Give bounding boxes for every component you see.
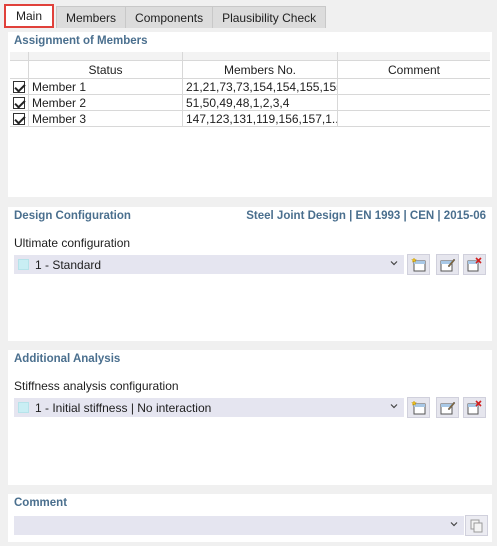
member-checkbox[interactable] [13, 112, 25, 125]
chevron-down-icon [390, 404, 398, 409]
tab-bar: Main Members Components Plausibility Che… [4, 4, 327, 28]
row-members-no[interactable]: 21,21,73,73,154,154,155,155 [183, 79, 338, 94]
row-status[interactable]: Member 3 [29, 111, 183, 126]
ultimate-configuration-value: 1 - Standard [35, 257, 102, 272]
delete-item-icon [467, 400, 482, 415]
member-checkbox[interactable] [13, 80, 25, 93]
edit-item-icon [440, 401, 456, 415]
comment-input[interactable] [14, 516, 464, 535]
comment-title: Comment [14, 497, 68, 509]
row-members-no[interactable]: 147,123,131,119,156,157,1... [183, 111, 338, 126]
tab-plausibility-check[interactable]: Plausibility Check [212, 6, 327, 28]
table-header: Status Members No. Comment [10, 61, 490, 79]
row-status[interactable]: Member 2 [29, 95, 183, 110]
new-stiffness-configuration-button[interactable] [407, 397, 430, 418]
assignment-title: Assignment of Members [14, 35, 148, 47]
edit-configuration-button[interactable] [436, 254, 459, 275]
row-comment[interactable] [338, 111, 490, 126]
stiffness-configuration-select[interactable]: 1 - Initial stiffness | No interaction [14, 398, 404, 417]
header-members-no[interactable]: Members No. [183, 61, 338, 78]
table-row[interactable]: Member 2 51,50,49,48,1,2,3,4 [10, 95, 490, 111]
spacer-cell [338, 52, 490, 60]
row-members-no[interactable]: 51,50,49,48,1,2,3,4 [183, 95, 338, 110]
row-check-cell [10, 95, 29, 110]
header-status[interactable]: Status [29, 61, 183, 78]
spacer-cell [10, 52, 29, 60]
additional-analysis-title: Additional Analysis [14, 353, 121, 365]
row-check-cell [10, 79, 29, 94]
spacer-cell [29, 52, 183, 60]
design-configuration-panel: Design Configuration Steel Joint Design … [8, 207, 492, 341]
row-check-cell [10, 111, 29, 126]
header-check-cell [10, 61, 29, 78]
spacer-cell [183, 52, 338, 60]
tab-components[interactable]: Components [125, 6, 214, 28]
edit-stiffness-configuration-button[interactable] [436, 397, 459, 418]
ultimate-configuration-label: Ultimate configuration [14, 236, 131, 250]
chevron-down-icon [450, 522, 458, 527]
members-table: Status Members No. Comment Member 1 21,2… [10, 52, 490, 127]
edit-item-icon [440, 258, 456, 272]
design-standard-label: Steel Joint Design | EN 1993 | CEN | 201… [246, 210, 486, 222]
new-item-icon [410, 257, 426, 272]
member-checkbox[interactable] [13, 96, 25, 109]
stiffness-configuration-label: Stiffness analysis configuration [14, 379, 179, 393]
comment-panel: Comment [8, 494, 492, 542]
ultimate-configuration-select[interactable]: 1 - Standard [14, 255, 404, 274]
copy-comment-button[interactable] [465, 515, 488, 536]
tab-members[interactable]: Members [56, 6, 127, 28]
tab-main[interactable]: Main [4, 4, 55, 28]
delete-stiffness-configuration-button[interactable] [463, 397, 486, 418]
delete-item-icon [467, 257, 482, 272]
table-row[interactable]: Member 1 21,21,73,73,154,154,155,155 [10, 79, 490, 95]
stiffness-configuration-value: 1 - Initial stiffness | No interaction [35, 400, 212, 415]
row-comment[interactable] [338, 95, 490, 110]
new-item-icon [410, 400, 426, 415]
delete-configuration-button[interactable] [463, 254, 486, 275]
table-header-spacer [10, 52, 490, 61]
row-comment[interactable] [338, 79, 490, 94]
configuration-color-swatch [18, 402, 29, 413]
copy-icon [470, 519, 483, 533]
table-row[interactable]: Member 3 147,123,131,119,156,157,1... [10, 111, 490, 127]
chevron-down-icon [390, 261, 398, 266]
additional-analysis-panel: Additional Analysis Stiffness analysis c… [8, 350, 492, 485]
assignment-panel: Assignment of Members Status Members No.… [8, 32, 492, 197]
new-configuration-button[interactable] [407, 254, 430, 275]
configuration-color-swatch [18, 259, 29, 270]
row-status[interactable]: Member 1 [29, 79, 183, 94]
header-comment[interactable]: Comment [338, 61, 490, 78]
